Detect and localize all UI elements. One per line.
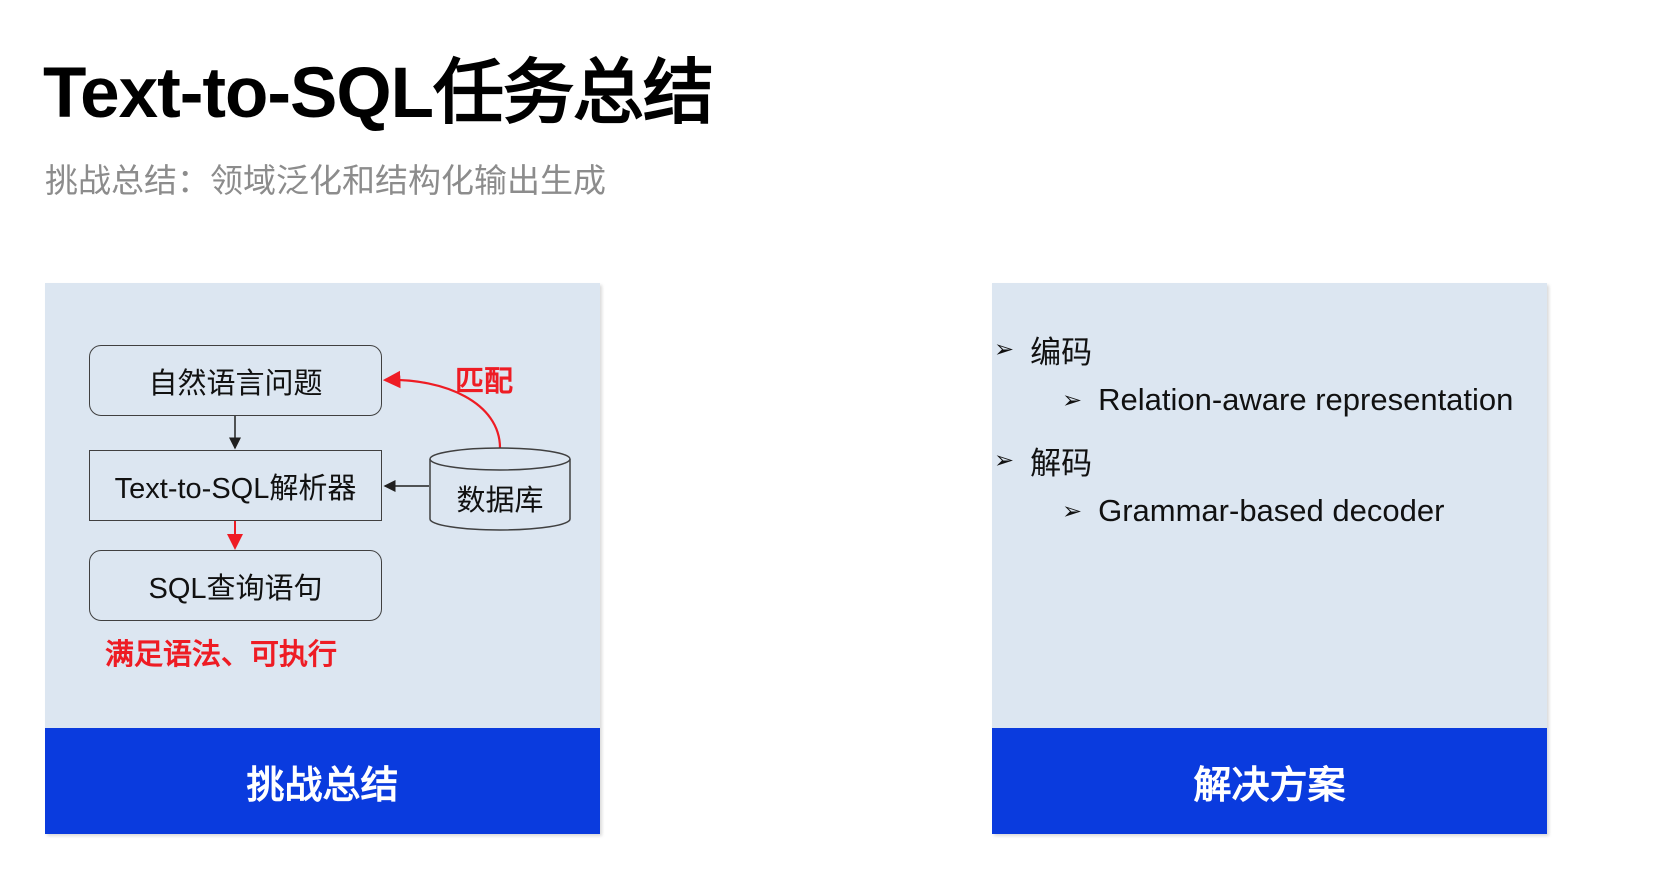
list-item: ➢ 解码 <box>994 438 1092 483</box>
bullet-arrow-icon: ➢ <box>1062 497 1083 525</box>
database-node-label: 数据库 <box>456 485 544 517</box>
slide-subtitle: 挑战总结：领域泛化和结构化输出生成 <box>45 162 606 199</box>
list-item-text: 解码 <box>1030 446 1093 481</box>
bullet-arrow-icon: ➢ <box>994 336 1015 363</box>
solution-panel-footer: 解决方案 <box>992 728 1547 834</box>
solution-panel: ➢ 编码 ➢ Relation-aware representation ➢ 解… <box>992 283 1547 834</box>
list-item-text: Grammar-based decoder <box>1098 493 1445 528</box>
constraint-label: 满足语法、可执行 <box>105 639 338 671</box>
bullet-arrow-icon: ➢ <box>994 447 1015 474</box>
bullet-arrow-icon: ➢ <box>1062 386 1083 414</box>
list-item-text: Relation-aware representation <box>1098 382 1514 417</box>
natural-language-question-node: 自然语言问题 <box>89 345 382 416</box>
challenge-panel-footer: 挑战总结 <box>45 728 600 834</box>
text-to-sql-parser-node: Text-to-SQL解析器 <box>89 450 382 521</box>
list-item-text: 编码 <box>1030 335 1093 370</box>
challenge-panel: 自然语言问题 Text-to-SQL解析器 SQL查询语句 数据库 匹配 满足语… <box>45 283 600 834</box>
match-label: 匹配 <box>455 366 514 398</box>
list-item: ➢ Grammar-based decoder <box>1062 493 1444 529</box>
slide-title: Text-to-SQL任务总结 <box>43 54 714 133</box>
list-item: ➢ 编码 <box>994 327 1092 372</box>
sql-query-node: SQL查询语句 <box>89 550 382 621</box>
list-item: ➢ Relation-aware representation <box>1062 382 1513 418</box>
